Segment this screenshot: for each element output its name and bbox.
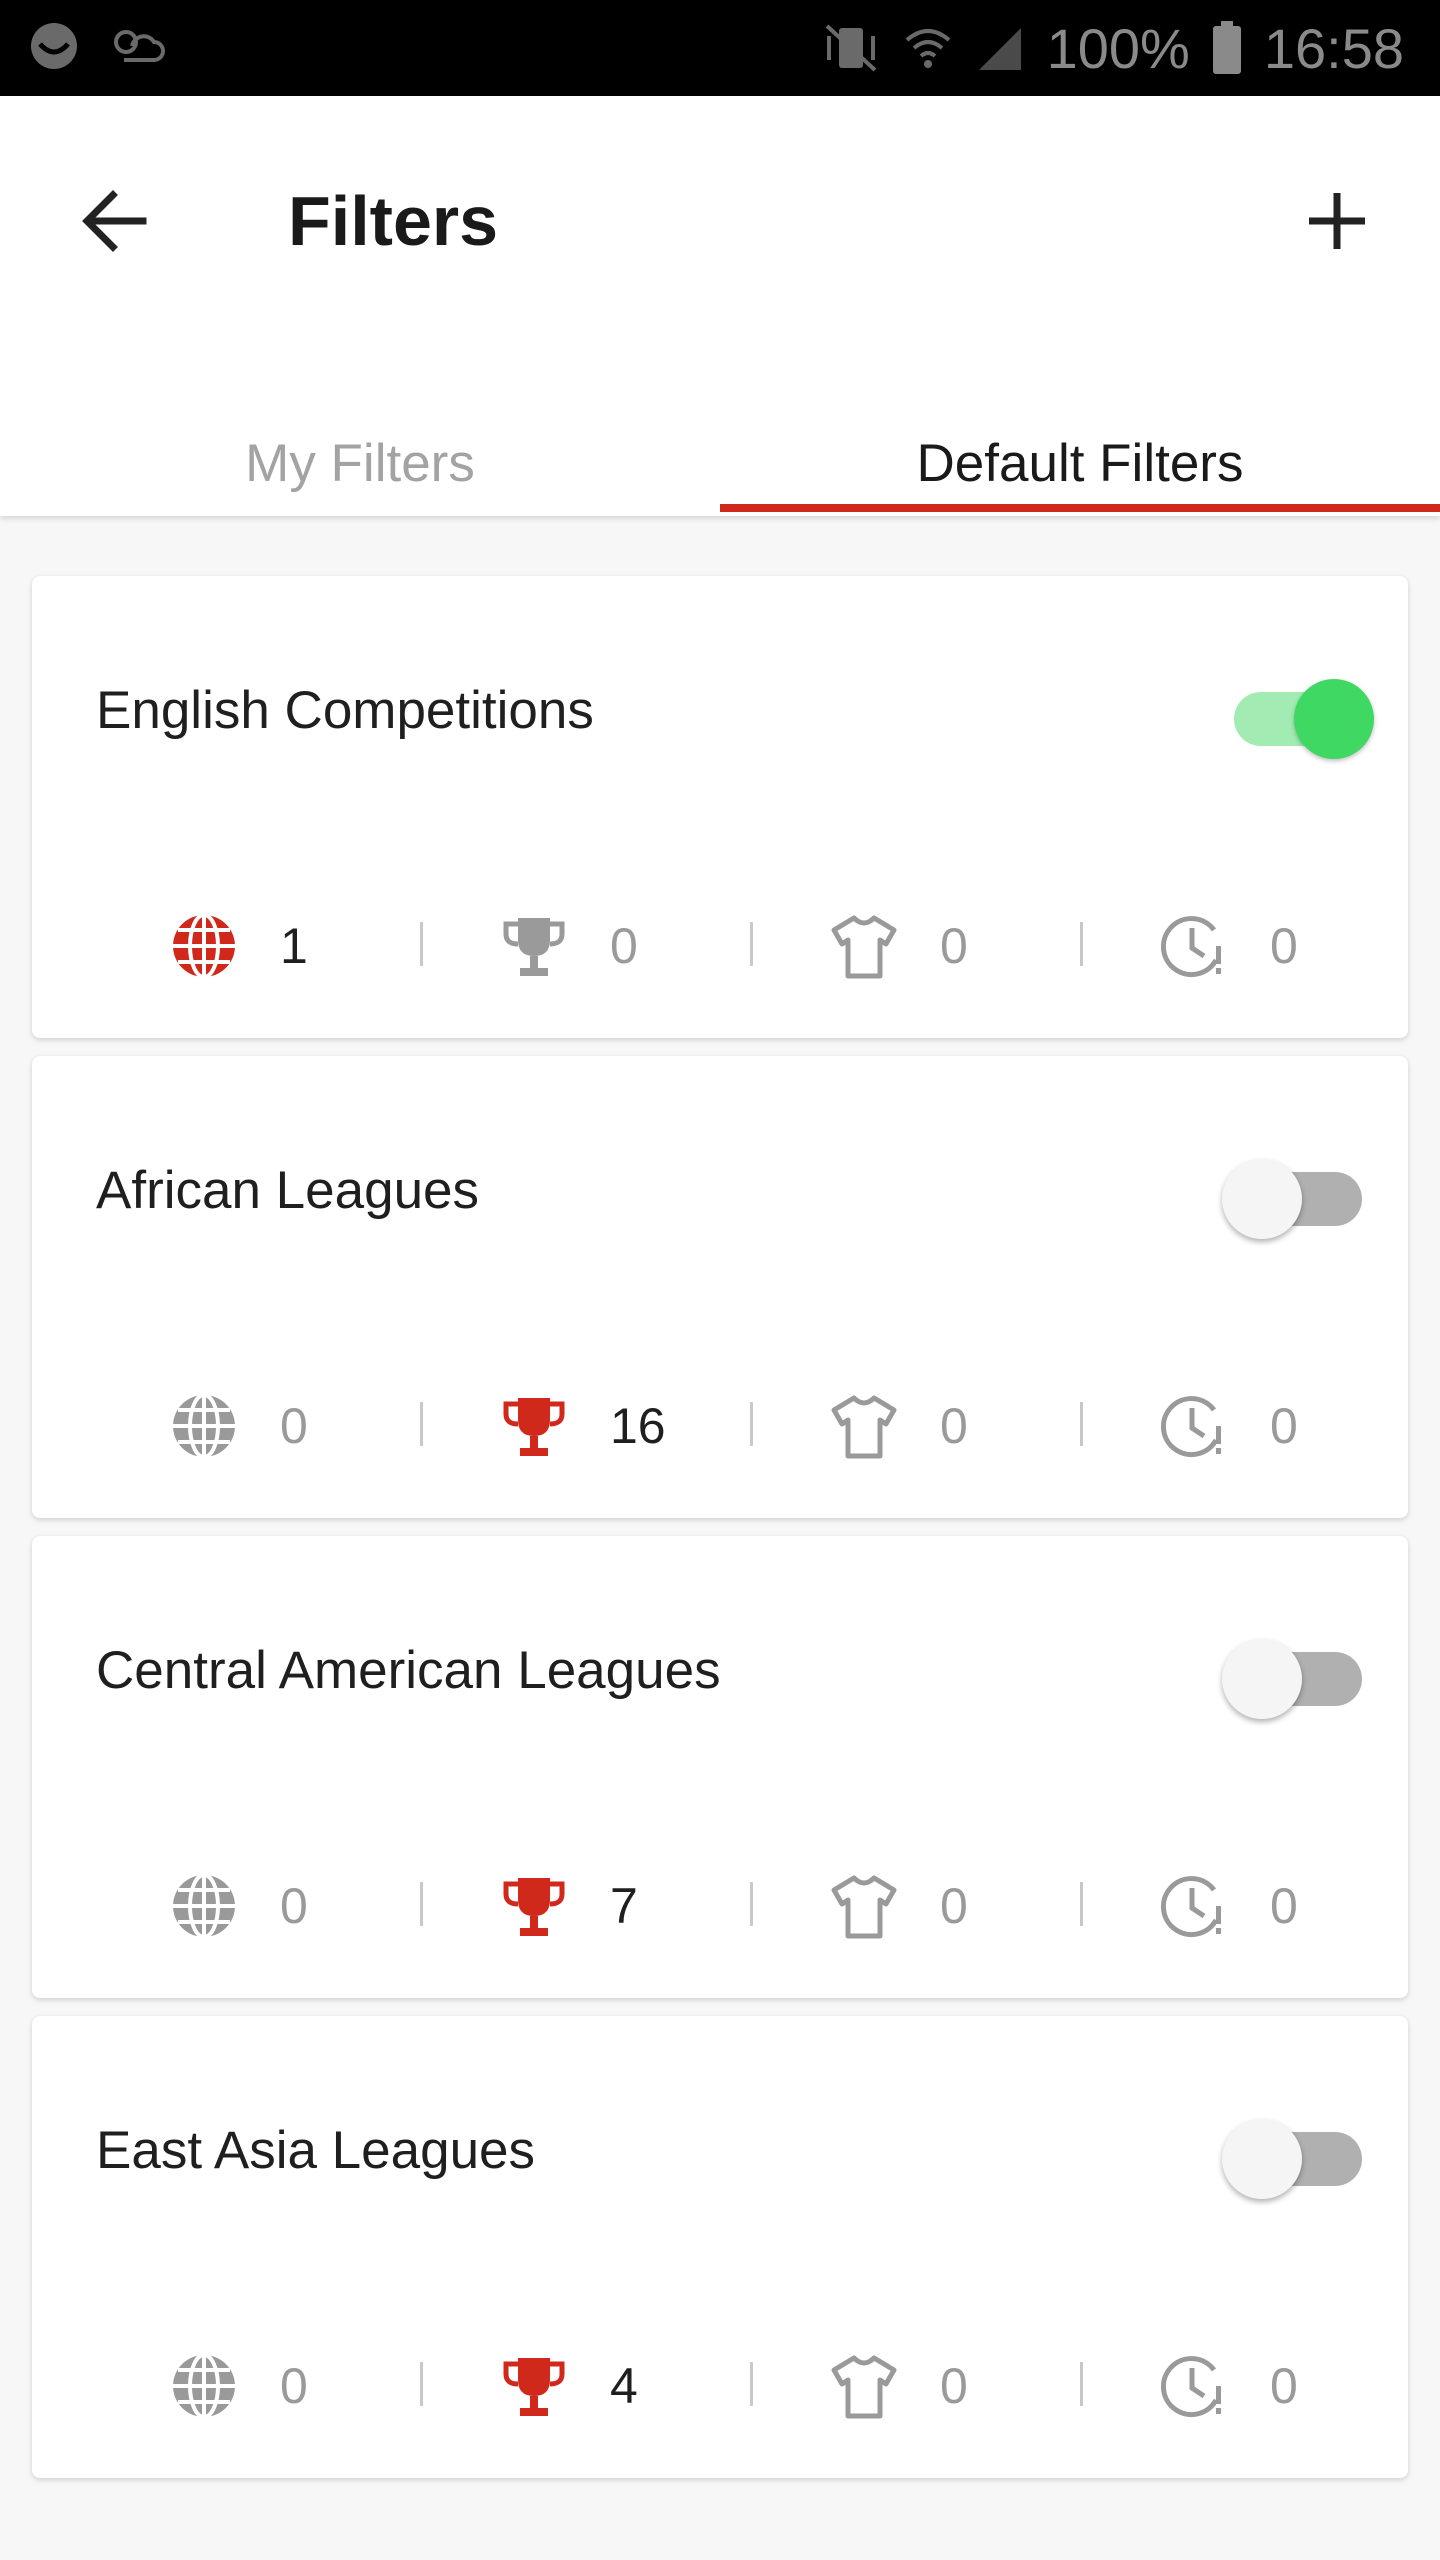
shirt-icon <box>828 1870 900 1942</box>
stat-divider <box>750 922 753 966</box>
filter-toggle-switch[interactable] <box>1222 1146 1372 1239</box>
clock-alert-icon <box>1158 2350 1230 2422</box>
filter-toggle-switch[interactable] <box>1222 666 1374 759</box>
stat-count: 16 <box>610 1398 666 1454</box>
filter-card[interactable]: Central American Leagues 0 7 0 0 <box>32 1536 1408 1998</box>
filter-name: East Asia Leagues <box>96 2121 536 2180</box>
stat-divider <box>1080 922 1083 966</box>
filter-stat-shirt: 0 <box>828 2336 1128 2436</box>
filter-card[interactable]: English Competitions 1 0 0 0 <box>32 576 1408 1038</box>
filter-stat-shirt: 0 <box>828 1856 1128 1956</box>
filter-name: African Leagues <box>96 1161 480 1220</box>
battery-icon <box>1212 21 1241 74</box>
globe-icon <box>168 910 240 982</box>
status-right: 100% 16:58 <box>821 14 1404 82</box>
tab-my-filters[interactable]: My Filters <box>0 410 720 516</box>
filter-stat-globe: 0 <box>168 1376 468 1476</box>
status-left <box>28 20 168 72</box>
notification-icon <box>31 23 77 69</box>
clock-time: 16:58 <box>1263 16 1404 80</box>
stat-count: 0 <box>940 2358 968 2414</box>
stat-divider <box>1080 1882 1083 1926</box>
plus-icon <box>1309 193 1365 249</box>
shirt-icon <box>828 2350 900 2422</box>
stat-count: 0 <box>940 918 968 974</box>
stat-count: 7 <box>610 1878 638 1934</box>
trophy-icon <box>498 910 570 982</box>
stat-divider <box>1080 2362 1083 2406</box>
stat-count: 0 <box>940 1878 968 1934</box>
stat-count: 0 <box>610 918 638 974</box>
clock-alert-icon <box>1158 910 1230 982</box>
globe-icon <box>168 1870 240 1942</box>
signal-icon <box>978 28 1021 70</box>
filter-stat-globe: 1 <box>168 896 468 996</box>
back-button[interactable] <box>60 166 170 276</box>
status-bar: 100% 16:58 <box>0 0 1440 96</box>
stat-divider <box>420 2362 423 2406</box>
filter-stat-shirt: 0 <box>828 896 1128 996</box>
stat-count: 1 <box>280 918 308 974</box>
filter-toggle-switch[interactable] <box>1222 1626 1372 1719</box>
wifi-icon <box>905 29 950 68</box>
filter-stat-clock-alert: 0 <box>1158 1856 1440 1956</box>
filter-name: Central American Leagues <box>96 1641 721 1700</box>
stat-divider <box>420 1882 423 1926</box>
page-title: Filters <box>288 182 499 260</box>
filter-stat-trophy: 16 <box>498 1376 798 1476</box>
filter-stat-clock-alert: 0 <box>1158 2336 1440 2436</box>
trophy-icon <box>498 2350 570 2422</box>
stat-count: 0 <box>1270 2358 1298 2414</box>
stat-count: 0 <box>280 1878 308 1934</box>
stat-count: 0 <box>940 1398 968 1454</box>
stat-count: 0 <box>1270 918 1298 974</box>
battery-percent: 100% <box>1046 16 1190 80</box>
trophy-icon <box>498 1390 570 1462</box>
filter-stat-trophy: 7 <box>498 1856 798 1956</box>
switch-knob <box>1294 679 1374 759</box>
shirt-icon <box>828 1390 900 1462</box>
stat-divider <box>420 922 423 966</box>
switch-knob <box>1222 2119 1302 2199</box>
tab-default-filters[interactable]: Default Filters <box>720 410 1440 516</box>
filter-card[interactable]: East Asia Leagues 0 4 0 0 <box>32 2016 1408 2478</box>
stat-divider <box>1080 1402 1083 1446</box>
stat-count: 4 <box>610 2358 638 2414</box>
stat-divider <box>420 1402 423 1446</box>
switch-knob <box>1222 1159 1302 1239</box>
filter-card[interactable]: African Leagues 0 16 0 0 <box>32 1056 1408 1518</box>
filter-stat-globe: 0 <box>168 1856 468 1956</box>
app-bar: Filters My Filters Default Filters <box>0 96 1440 516</box>
stat-count: 0 <box>1270 1398 1298 1454</box>
filter-stat-clock-alert: 0 <box>1158 1376 1440 1476</box>
clock-alert-icon <box>1158 1390 1230 1462</box>
weather-icon <box>114 30 165 62</box>
filter-stat-clock-alert: 0 <box>1158 896 1440 996</box>
shirt-icon <box>828 910 900 982</box>
arrow-back-icon <box>82 190 147 252</box>
stat-divider <box>750 1882 753 1926</box>
stat-count: 0 <box>280 1398 308 1454</box>
stat-count: 0 <box>1270 1878 1298 1934</box>
vibrate-icon <box>825 24 876 72</box>
globe-icon <box>168 1390 240 1462</box>
trophy-icon <box>498 1870 570 1942</box>
stat-count: 0 <box>280 2358 308 2414</box>
filter-stat-globe: 0 <box>168 2336 468 2436</box>
filter-stat-shirt: 0 <box>828 1376 1128 1476</box>
stat-divider <box>750 1402 753 1446</box>
filter-stat-trophy: 4 <box>498 2336 798 2436</box>
globe-icon <box>168 2350 240 2422</box>
add-filter-button[interactable] <box>1282 166 1392 276</box>
stat-divider <box>750 2362 753 2406</box>
clock-alert-icon <box>1158 1870 1230 1942</box>
filter-toggle-switch[interactable] <box>1222 2106 1372 2199</box>
switch-knob <box>1222 1639 1302 1719</box>
filter-stat-trophy: 0 <box>498 896 798 996</box>
filter-name: English Competitions <box>96 681 594 740</box>
tab-selected-indicator <box>720 504 1440 512</box>
